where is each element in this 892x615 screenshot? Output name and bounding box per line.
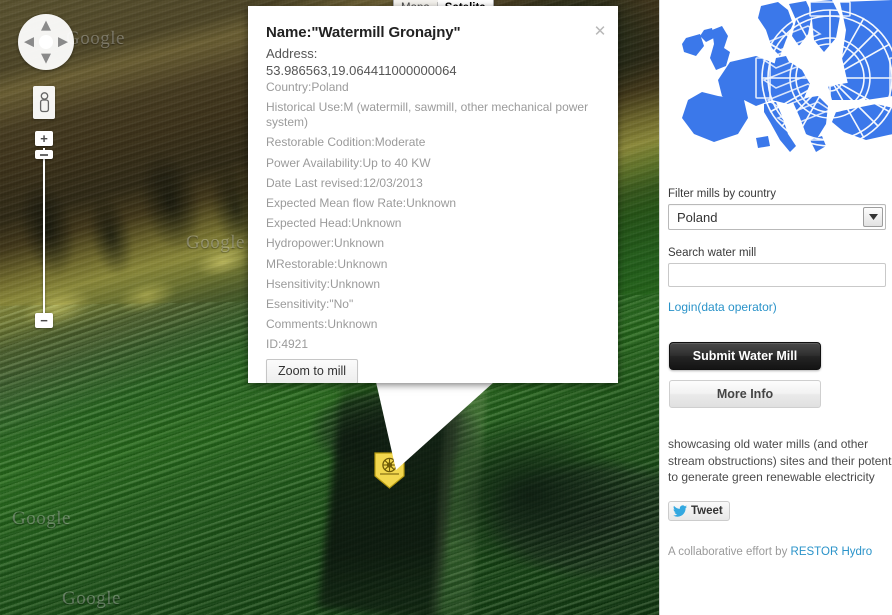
caret-glyph <box>868 214 878 220</box>
submit-water-mill-button[interactable]: Submit Water Mill <box>669 342 821 370</box>
field-power-availability: Power Availability:Up to 40 KW <box>266 155 431 170</box>
restor-hydro-link[interactable]: RESTOR Hydro <box>791 546 873 558</box>
watermill-marker[interactable] <box>374 452 405 489</box>
zoom-handle-bar <box>40 153 48 156</box>
address-label: Address: <box>266 46 318 61</box>
close-icon[interactable]: ✕ <box>593 24 607 39</box>
field-date-last-revised: Date Last revised:12/03/2013 <box>266 175 423 190</box>
field-esensitivity: Esensitivity:"No" <box>266 296 354 311</box>
zoom-slider-handle[interactable] <box>35 150 53 159</box>
field-restorable-condition: Restorable Codition:Moderate <box>266 135 426 150</box>
address-value: 53.986563,19.064411000000064 <box>266 63 457 78</box>
zoom-out-button[interactable]: − <box>35 313 53 328</box>
field-historical-use: Historical Use:M (watermill, sawmill, ot… <box>266 100 589 130</box>
pan-center[interactable] <box>39 35 53 49</box>
search-input[interactable] <box>668 263 886 287</box>
pan-left-icon[interactable]: ◀ <box>24 36 34 49</box>
zoom-slider-rail[interactable] <box>43 148 45 316</box>
field-expected-head: Expected Head:Unknown <box>266 216 402 231</box>
google-watermark: Google <box>62 588 121 609</box>
infowindow-body: Name:"Watermill Gronajny" Address: 53.98… <box>248 6 618 383</box>
tweet-button[interactable]: Tweet <box>668 500 730 521</box>
country-selected-value: Poland <box>677 209 718 225</box>
europe-waterwheel-banner <box>660 0 892 182</box>
marker-glyph <box>374 452 405 489</box>
google-watermark: Google <box>66 28 125 49</box>
pan-up-icon[interactable]: ▲ <box>41 19 51 32</box>
zoom-to-mill-button[interactable]: Zoom to mill <box>266 359 359 383</box>
field-mrestorable: MRestorable:Unknown <box>266 256 388 271</box>
pan-right-icon[interactable]: ▶ <box>58 36 68 49</box>
search-label: Search water mill <box>668 247 757 259</box>
pegman-glyph <box>39 91 49 112</box>
field-country: Country:Poland <box>266 80 349 94</box>
google-watermark: Google <box>12 508 71 529</box>
pan-control[interactable]: ▲ ▼ ◀ ▶ <box>18 14 74 70</box>
infowindow-title: Name:"Watermill Gronajny" <box>266 24 461 41</box>
infowindow: ✕ Name:"Watermill Gronajny" Address: 53.… <box>248 6 618 383</box>
field-id: ID:4921 <box>266 337 309 352</box>
field-hydropower: Hydropower:Unknown <box>266 236 385 251</box>
tweet-label: Tweet <box>691 504 723 517</box>
banner-graphic <box>660 0 892 182</box>
pegman-street-view-icon[interactable] <box>33 86 55 119</box>
field-comments: Comments:Unknown <box>266 317 378 332</box>
sidebar-content: Filter mills by country Poland Search wa… <box>660 188 892 558</box>
app-root: Google Google Google Google ▲ ▼ ◀ ▶ + − … <box>0 0 892 615</box>
field-hsensitivity: Hsensitivity:Unknown <box>266 276 381 291</box>
login-data-operator-link[interactable]: Login(data operator) <box>668 300 777 314</box>
twitter-bird-icon <box>673 504 687 517</box>
map-canvas[interactable]: Google Google Google Google ▲ ▼ ◀ ▶ + − … <box>0 0 660 615</box>
sidebar: Filter mills by country Poland Search wa… <box>659 0 892 615</box>
credit-line: A collaborative effort by RESTOR Hydro <box>668 546 884 558</box>
more-info-button[interactable]: More Info <box>669 380 821 408</box>
google-watermark: Google <box>186 232 245 253</box>
filter-label: Filter mills by country <box>668 188 776 200</box>
country-filter-select[interactable]: Poland <box>668 204 886 230</box>
field-expected-mean-flow-rate: Expected Mean flow Rate:Unknown <box>266 195 457 210</box>
site-tagline: showcasing old water mills (and other st… <box>668 437 892 484</box>
credit-prefix: A collaborative effort by <box>668 545 791 558</box>
chevron-down-icon[interactable] <box>863 207 883 227</box>
zoom-in-button[interactable]: + <box>35 131 53 146</box>
pan-down-icon[interactable]: ▼ <box>41 52 51 65</box>
